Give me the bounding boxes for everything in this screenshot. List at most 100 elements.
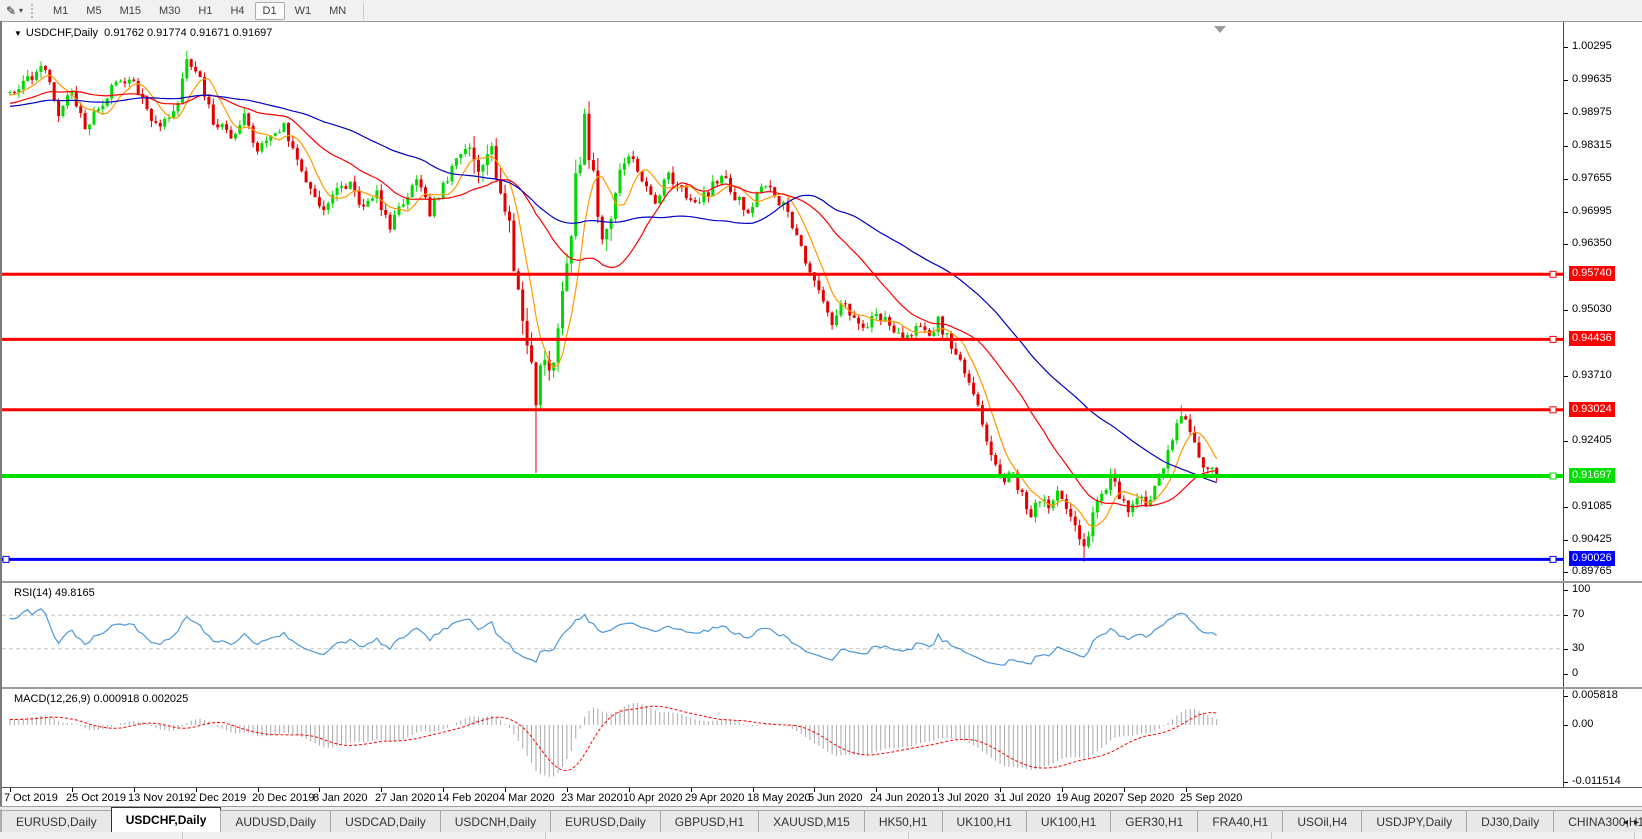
hline-handle[interactable]	[3, 556, 9, 562]
date-axis-label: 25 Sep 2020	[1180, 792, 1242, 804]
chart-tab-fra40-h1[interactable]: FRA40,H1	[1197, 810, 1283, 833]
chart-tab-gbpusd-h1[interactable]: GBPUSD,H1	[660, 810, 759, 833]
price-axis-tick: 0.96350	[1572, 237, 1612, 249]
candle-body	[486, 154, 489, 165]
hline-handle[interactable]	[1550, 407, 1556, 413]
timeframe-button-m15[interactable]: M15	[112, 2, 149, 20]
chart-tab-xauusd-m15[interactable]: XAUUSD,M15	[758, 810, 865, 833]
chart-tab-uk100-h1[interactable]: UK100,H1	[942, 810, 1027, 833]
candle-body	[923, 326, 926, 330]
candle-body	[1083, 539, 1086, 546]
chart-tab-usdjpy-daily[interactable]: USDJPY,Daily	[1361, 810, 1467, 833]
candle-body	[62, 106, 65, 116]
pen-tool-icon[interactable]: ✎	[3, 3, 19, 19]
candle-body	[459, 154, 462, 158]
candle-body	[291, 141, 294, 148]
candle-body	[592, 160, 595, 170]
pen-tool-dropdown-icon[interactable]: ▾	[19, 6, 23, 15]
tabs-scroll-right-icon[interactable]: ▸	[1634, 817, 1639, 828]
rsi-plot[interactable]	[2, 583, 1563, 687]
candle-body	[146, 98, 149, 109]
chart-tab-usdcad-daily[interactable]: USDCAD,Daily	[330, 810, 441, 833]
candle-body	[464, 149, 467, 154]
macd-panel[interactable]: MACD(12,26,9) 0.000918 0.002025 0.005818…	[2, 687, 1642, 789]
rsi-axis-tick: 0	[1572, 667, 1578, 679]
macd-plot[interactable]	[2, 689, 1563, 789]
candle-body	[972, 383, 975, 395]
candle-body	[583, 114, 586, 165]
timeframe-button-m1[interactable]: M1	[45, 2, 76, 20]
ohlc-open: 0.91762	[104, 27, 144, 39]
candle-body	[853, 315, 856, 317]
hline-handle[interactable]	[1550, 473, 1556, 479]
hline-handle[interactable]	[1550, 336, 1556, 342]
candle-body	[658, 196, 661, 204]
chart-tab-hk50-h1[interactable]: HK50,H1	[864, 810, 943, 833]
candle-body	[672, 173, 675, 185]
candle-body	[243, 113, 246, 125]
candle-body	[442, 183, 445, 198]
candle-body	[1061, 491, 1064, 499]
price-axis-tick: 0.97655	[1572, 172, 1612, 184]
date-axis[interactable]: 7 Oct 201925 Oct 201913 Nov 20192 Dec 20…	[2, 787, 1642, 807]
candle-body	[1021, 490, 1024, 492]
candle-body	[278, 132, 281, 133]
timeframe-button-w1[interactable]: W1	[287, 2, 320, 20]
candle-body	[490, 146, 493, 154]
ohlc-close: 0.91697	[233, 27, 273, 39]
candle-body	[968, 374, 971, 383]
candle-body	[159, 123, 162, 127]
macd-axis-tick: 0.00	[1572, 718, 1593, 730]
candle-body	[725, 176, 728, 178]
timeframe-button-d1[interactable]: D1	[255, 2, 285, 20]
date-axis-label: 7 Oct 2019	[4, 792, 58, 804]
tabs-scroll-left-icon[interactable]: ◂	[1623, 817, 1628, 828]
candle-body	[428, 197, 431, 216]
candle-body	[707, 192, 710, 196]
chart-tab-usdcnh-daily[interactable]: USDCNH,Daily	[440, 810, 551, 833]
candle-body	[786, 202, 789, 212]
status-divider	[1634, 832, 1635, 839]
chart-dropdown-icon[interactable]: ▼	[14, 29, 22, 38]
hline-handle[interactable]	[1550, 556, 1556, 562]
date-axis-label: 14 Feb 2020	[437, 792, 499, 804]
candle-body	[79, 106, 82, 113]
candlestick-chart[interactable]	[2, 22, 1563, 581]
chart-tab-usdchf-daily[interactable]: USDCHF,Daily	[111, 807, 222, 833]
candle-body	[1131, 504, 1134, 512]
candle-body	[791, 212, 794, 228]
price-tick-mark	[1564, 146, 1568, 147]
candle-body	[747, 210, 750, 213]
candle-body	[22, 81, 25, 89]
hline-handle[interactable]	[1550, 271, 1556, 277]
timeframe-button-h1[interactable]: H1	[190, 2, 220, 20]
rsi-panel[interactable]: RSI(14) 49.8165 10070300	[2, 581, 1642, 687]
candle-body	[579, 165, 582, 174]
timeframe-button-m30[interactable]: M30	[151, 2, 188, 20]
timeframe-button-m5[interactable]: M5	[78, 2, 109, 20]
price-tick-mark	[1564, 47, 1568, 48]
chart-tab-ger30-h1[interactable]: GER30,H1	[1110, 810, 1198, 833]
chart-tab-audusd-daily[interactable]: AUDUSD,Daily	[220, 810, 331, 833]
candle-body	[256, 143, 259, 152]
rsi-tick-mark	[1564, 615, 1568, 616]
candle-body	[150, 109, 153, 121]
candle-body	[574, 173, 577, 236]
date-axis-label: 13 Nov 2019	[128, 792, 190, 804]
chart-tab-eurusd-daily[interactable]: EURUSD,Daily	[1, 810, 112, 833]
date-axis-label: 7 Sep 2020	[1118, 792, 1174, 804]
chart-tab-eurusd-daily[interactable]: EURUSD,Daily	[550, 810, 661, 833]
price-chart-panel[interactable]: ▼USDCHF,Daily 0.91762 0.91774 0.91671 0.…	[2, 21, 1642, 581]
candle-body	[959, 355, 962, 360]
timeframe-button-h4[interactable]: H4	[222, 2, 252, 20]
chart-tab-uk100-h1[interactable]: UK100,H1	[1026, 810, 1111, 833]
chart-tab-dj30-daily[interactable]: DJ30,Daily	[1466, 810, 1554, 833]
macd-tick-mark	[1564, 696, 1568, 697]
chart-shift-marker-icon[interactable]	[1214, 26, 1226, 33]
candle-body	[168, 118, 171, 119]
candle-body	[632, 156, 635, 159]
price-axis[interactable]: 1.002950.996350.989750.983150.976550.969…	[1563, 22, 1642, 581]
chart-tab-usoil-h4[interactable]: USOil,H4	[1282, 810, 1362, 833]
candle-body	[605, 229, 608, 240]
timeframe-button-mn[interactable]: MN	[321, 2, 354, 20]
